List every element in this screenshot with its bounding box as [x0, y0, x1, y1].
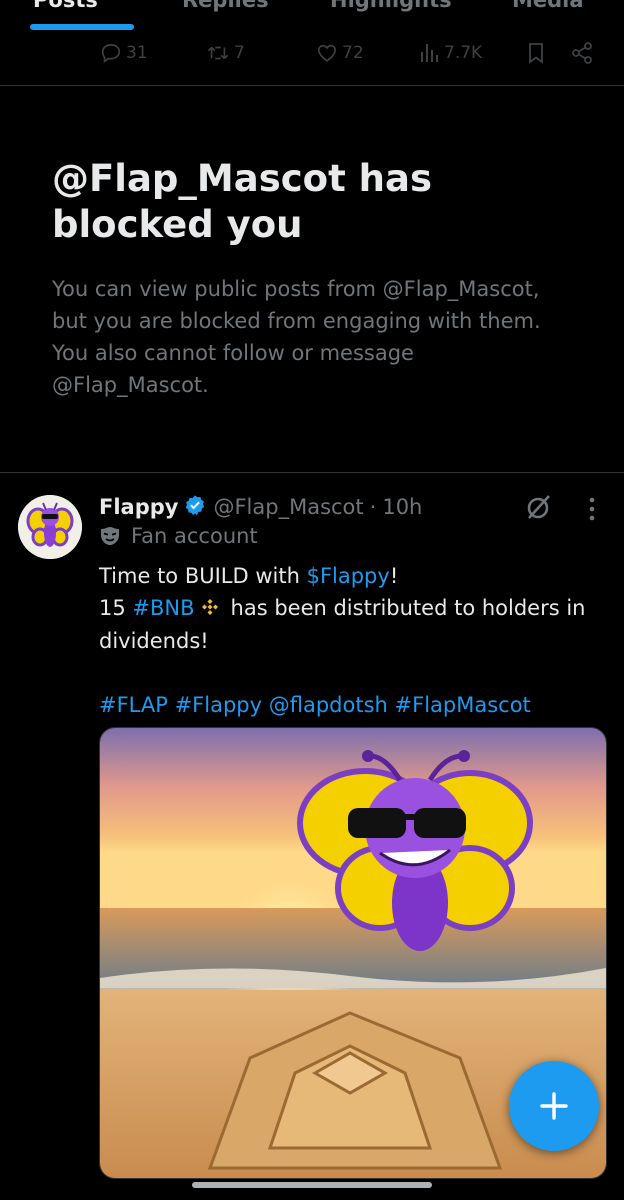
post-time[interactable]: 10h: [382, 495, 422, 519]
tweet-text: Time to BUILD with $Flappy! 15 #BNB has b…: [99, 560, 609, 721]
fan-account-text: Fan account: [131, 524, 258, 548]
share-icon: [572, 42, 592, 64]
tweet-text-segment: 15: [99, 596, 133, 620]
mask-icon: [101, 527, 119, 545]
divider: [0, 472, 624, 473]
bnb-logo-icon: [201, 593, 219, 625]
blocked-description: You can view public posts from @Flap_Mas…: [52, 277, 541, 397]
grok-icon[interactable]: [524, 492, 554, 526]
bookmark-button[interactable]: [526, 42, 546, 64]
tweet-text-segment: Time to BUILD with: [99, 564, 307, 588]
verified-badge-icon: [184, 494, 206, 521]
tweet-text-segment: !: [389, 564, 399, 588]
reply-count: 31: [126, 43, 148, 63]
tab-replies[interactable]: Replies: [182, 0, 269, 12]
tweet-header: Flappy @Flap_Mascot · 10h: [99, 492, 422, 522]
tweet-text-segment: dividends!: [99, 629, 209, 653]
blocked-title: @Flap_Mascot has blocked you: [52, 157, 432, 246]
repost-icon: [207, 46, 229, 60]
fan-account-label: Fan account: [99, 524, 258, 548]
profile-tabs: Posts Replies Highlights Media: [0, 0, 624, 30]
meta-separator: ·: [369, 495, 377, 519]
repost-count: 7: [234, 43, 245, 63]
heart-icon: [317, 44, 337, 62]
display-name[interactable]: Flappy: [99, 495, 178, 519]
reply-button[interactable]: 31: [100, 42, 148, 64]
tab-posts[interactable]: Posts: [33, 0, 98, 12]
repost-button[interactable]: 7: [206, 42, 245, 64]
mention-link[interactable]: @flapdotsh: [269, 693, 388, 717]
hashtag-link[interactable]: #FLAP: [99, 693, 168, 717]
home-indicator[interactable]: [192, 1182, 432, 1188]
like-button[interactable]: 72: [316, 42, 364, 64]
views-button[interactable]: 7.7K: [420, 42, 482, 64]
user-handle[interactable]: @Flap_Mascot: [213, 495, 363, 519]
tweet-text-segment: has been distributed to holders in: [230, 596, 586, 620]
tab-highlights[interactable]: Highlights: [330, 0, 452, 12]
views-icon: [421, 44, 438, 62]
avatar[interactable]: [18, 495, 82, 559]
bookmark-icon: [529, 43, 543, 64]
reply-icon: [101, 43, 121, 63]
more-vertical-icon[interactable]: [582, 496, 602, 526]
plus-icon: [540, 1092, 568, 1120]
hashtag-link[interactable]: #Flappy: [175, 693, 262, 717]
hashtag-link[interactable]: #FlapMascot: [395, 693, 531, 717]
previous-post-actions: 31 7 72 7.7K: [0, 30, 624, 82]
hashtag-link[interactable]: #BNB: [132, 596, 194, 620]
butterfly-mascot-avatar: [18, 495, 82, 559]
divider: [0, 85, 624, 86]
tab-media[interactable]: Media: [512, 0, 584, 12]
like-count: 72: [342, 43, 364, 63]
cashtag-link[interactable]: $Flappy: [307, 564, 390, 588]
compose-button[interactable]: [509, 1061, 599, 1151]
share-button[interactable]: [570, 42, 594, 64]
view-count: 7.7K: [444, 43, 483, 63]
